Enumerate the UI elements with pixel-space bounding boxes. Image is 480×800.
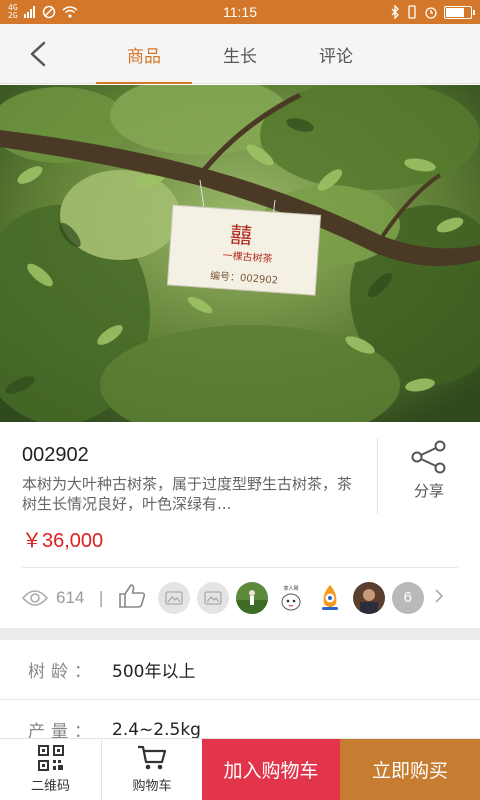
cart-icon [138,745,167,770]
signal-indicator: 4G 2G [8,3,18,20]
avatar[interactable] [313,581,346,614]
bottom-action-bar: 二维码 购物车 加入购物车 立即购买 [0,738,480,800]
qrcode-icon [37,745,64,771]
share-divider [377,438,378,514]
product-code: 002902 [22,444,89,466]
tab-growth[interactable]: 生长 [192,24,288,84]
section-gap [0,628,480,640]
view-count: 614 [22,588,84,608]
product-description: 本树为大叶种古树茶，属于过度型野生古树茶，茶树生长情况良好，叶色深绿有... [22,475,353,513]
share-button[interactable]: 分享 [390,440,468,510]
view-count-value: 614 [56,587,85,607]
avatar[interactable] [235,581,268,614]
status-left: 4G 2G [8,4,78,20]
no-sim-icon [42,5,55,19]
avatar[interactable] [352,581,385,614]
back-chevron-icon [30,41,46,67]
avatar-cartoon-cat: 茶人网 [281,585,301,610]
tree-tag-sign: 囍 一棵古树茶 编号：002902 [166,204,322,296]
status-bar: 4G 2G 11:15 [0,0,480,24]
back-button[interactable] [20,38,56,70]
image-placeholder-icon [204,590,222,605]
product-info: 002902 本树为大叶种古树茶，属于过度型野生古树茶，茶树生长情况良好，叶色深… [0,422,480,567]
tab-product[interactable]: 商品 [96,24,192,84]
alarm-icon [425,7,437,19]
avatar-more-count[interactable]: 6 [391,581,424,614]
battery-icon [444,5,475,19]
cart-label: 购物车 [132,779,172,794]
attribute-row: 树龄： 500年以上 [0,640,480,700]
product-price: ￥36,000 [22,530,104,552]
product-detail-page: 4G 2G 11:15 商品 生长 评论 囍 一棵古树茶 编号：002902 0… [0,0,480,800]
avatar[interactable]: 茶人网 [274,581,307,614]
avatar-photo-golfer [235,581,268,614]
liker-avatars: 茶人网 6 [157,581,424,614]
stats-separator: | [98,588,104,607]
stats-row: 614 | 茶人网 6 [22,567,458,627]
tab-reviews[interactable]: 评论 [288,24,384,84]
top-navigation: 商品 生长 评论 [0,24,480,84]
avatar-cartoon-mascot [321,584,338,610]
buy-now-button[interactable]: 立即购买 [340,739,480,800]
share-label: 分享 [413,482,444,500]
attribute-value: 2.4~2.5kg [112,719,201,740]
eye-icon [22,589,48,606]
signal-bars-icon [23,6,35,18]
avatar[interactable] [157,581,190,614]
avatar[interactable] [196,581,229,614]
product-photo[interactable]: 囍 一棵古树茶 编号：002902 [0,85,480,422]
svg-text:囍: 囍 [229,223,253,249]
attribute-value: 500年以上 [112,662,196,682]
cart-button[interactable]: 购物车 [101,739,202,800]
qrcode-button[interactable]: 二维码 [0,739,101,800]
avatars-more-button[interactable] [434,588,444,608]
tea-tree-photo: 囍 一棵古树茶 编号：002902 [0,85,480,422]
qrcode-label: 二维码 [30,779,70,794]
tab-bar: 商品 生长 评论 [96,24,384,84]
thumbs-up-icon [118,583,145,608]
image-placeholder-icon [165,590,183,605]
share-icon [411,440,446,474]
wifi-icon [62,6,78,18]
status-right [390,5,475,19]
add-to-cart-button[interactable]: 加入购物车 [202,739,340,800]
attribute-label: 树龄： [28,662,97,682]
like-button[interactable] [118,583,146,613]
bluetooth-icon [391,5,399,19]
svg-text:茶人网: 茶人网 [283,585,298,592]
chevron-right-icon [435,588,443,603]
vibrate-icon [408,5,416,19]
avatar-photo-person [352,581,385,614]
